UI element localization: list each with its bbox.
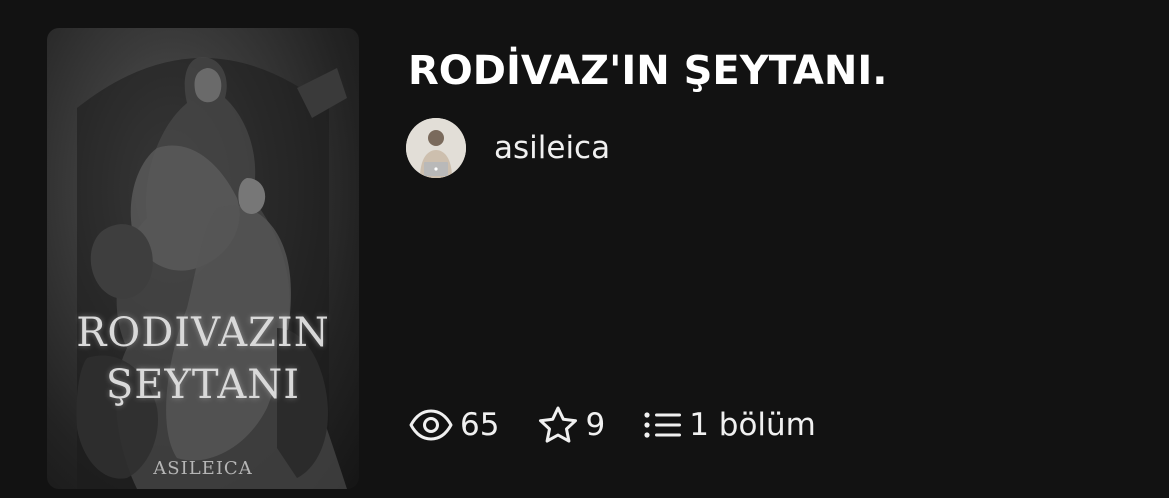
book-cover[interactable]: RODIVAZIN ŞEYTANI ASILEICA [47, 28, 359, 489]
story-stats: 65 9 1 bölüm [408, 402, 854, 448]
story-card: RODIVAZIN ŞEYTANI ASILEICA RODİVAZ'IN ŞE… [0, 0, 1169, 498]
votes-stat: 9 [537, 405, 605, 445]
cover-title-line1: RODIVAZIN [76, 310, 330, 356]
list-icon [644, 412, 682, 438]
cover-artwork [76, 57, 347, 489]
avatar-image [406, 118, 466, 178]
reads-stat: 65 [408, 407, 499, 443]
story-title[interactable]: RODİVAZ'IN ŞEYTANI. [408, 48, 887, 94]
parts-stat: 1 bölüm [643, 407, 816, 443]
reads-count: 65 [460, 407, 500, 443]
avatar[interactable] [406, 118, 466, 178]
author-name[interactable]: asileica [494, 130, 610, 166]
author-link[interactable]: asileica [406, 118, 610, 178]
cover-author: ASILEICA [153, 458, 253, 479]
star-icon [539, 406, 578, 443]
votes-count: 9 [585, 407, 606, 443]
parts-count: 1 bölüm [689, 407, 816, 443]
cover-title-line2: ŞEYTANI [105, 362, 301, 408]
eye-icon [409, 409, 453, 441]
